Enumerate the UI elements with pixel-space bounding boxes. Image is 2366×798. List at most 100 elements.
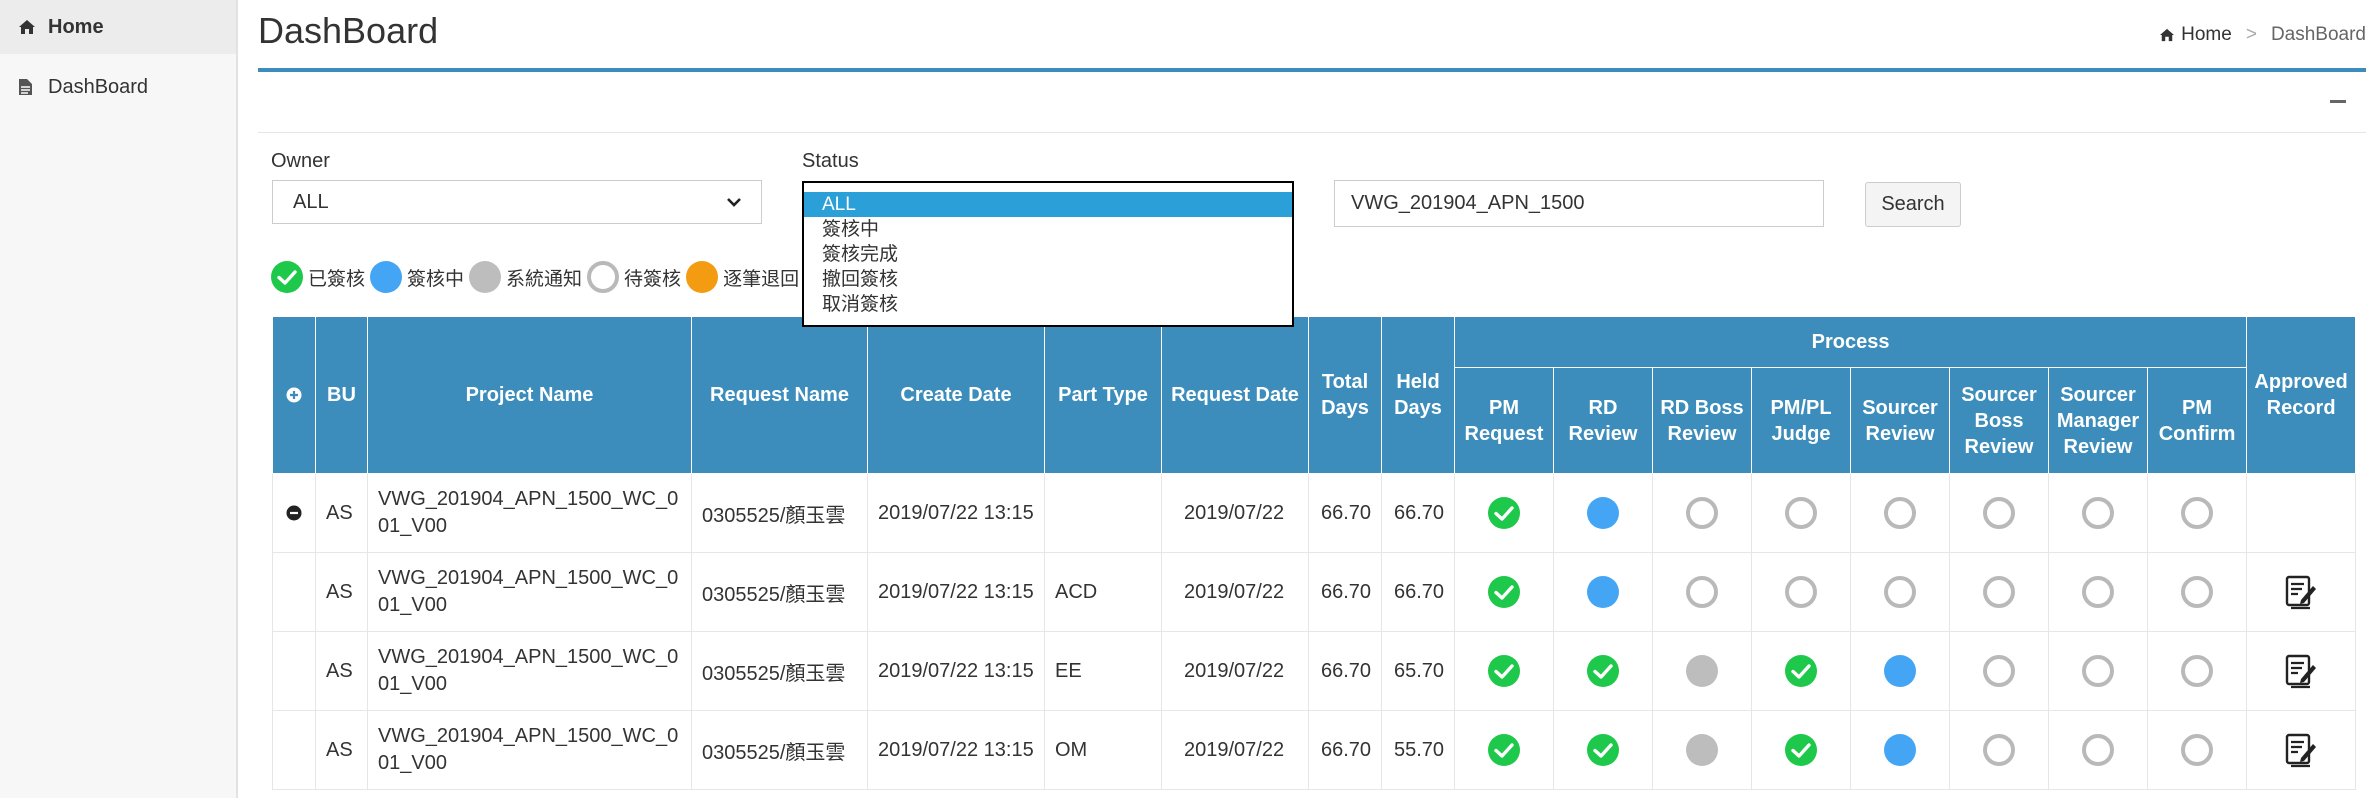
col-header-process: RD Review — [1553, 367, 1653, 474]
cell-process-status[interactable] — [1553, 631, 1653, 711]
status-option[interactable]: 簽核完成 — [804, 242, 1292, 267]
dashboard-table: BU Project Name Request Name Create Date… — [272, 316, 2357, 790]
owner-select-value: ALL — [293, 190, 329, 213]
table-body: AS VWG_201904_APN_1500_WC_001_V00 0305525/… — [272, 473, 2357, 790]
cell-process-status[interactable] — [2146, 552, 2248, 632]
plus-circle-icon — [286, 387, 302, 403]
col-header-request-date: Request Date — [1161, 316, 1309, 474]
cell-process-status[interactable] — [1652, 631, 1752, 711]
status-option[interactable]: 簽核中 — [804, 217, 1292, 242]
status-dropdown-list[interactable]: ALL 簽核中 簽核完成 撤回簽核 取消簽核 — [802, 181, 1294, 327]
sidebar-item-dashboard[interactable]: DashBoard — [0, 60, 236, 114]
cell-process-status[interactable] — [1751, 631, 1851, 711]
pending-ring-icon — [1785, 576, 1817, 608]
col-header-held-days: Held Days — [1381, 316, 1455, 474]
cell-process-status[interactable] — [1553, 473, 1653, 553]
search-button[interactable]: Search — [1865, 182, 1961, 227]
cell-process-status[interactable] — [1652, 473, 1752, 553]
cell-approved-record[interactable] — [2246, 631, 2357, 711]
pending-ring-icon — [1884, 576, 1916, 608]
owner-select[interactable]: ALL — [272, 180, 762, 224]
system-dot-icon — [1686, 655, 1718, 687]
cell-process-status[interactable] — [2146, 473, 2248, 553]
col-header-bu: BU — [315, 316, 368, 474]
cell-process-status[interactable] — [1949, 552, 2049, 632]
sidebar-item-home[interactable]: Home — [0, 0, 236, 54]
table-row[interactable]: AS VWG_201904_APN_1500_WC_001_V00 0305525/… — [272, 552, 2357, 632]
cell-part-type: EE — [1044, 631, 1162, 711]
cell-part-type: OM — [1044, 710, 1162, 790]
row-toggle-cell — [272, 552, 316, 632]
cell-process-status[interactable] — [1553, 552, 1653, 632]
approved-check-icon — [1587, 655, 1619, 687]
cell-held-days: 65.70 — [1381, 631, 1455, 711]
cell-process-status[interactable] — [2146, 710, 2248, 790]
status-option[interactable]: ALL — [804, 192, 1292, 217]
system-dot-icon — [1686, 734, 1718, 766]
legend-label: 逐筆退回 — [723, 268, 800, 290]
cell-process-status[interactable] — [2048, 552, 2148, 632]
cell-process-status[interactable] — [1454, 552, 1554, 632]
record-edit-icon — [2285, 654, 2317, 689]
project-name-text: VWG_201904_APN_1500_WC_001_V00 — [378, 646, 679, 695]
cell-process-status[interactable] — [1652, 710, 1752, 790]
table-row[interactable]: AS VWG_201904_APN_1500_WC_001_V00 0305525/… — [272, 631, 2357, 711]
cell-process-status[interactable] — [2146, 631, 2248, 711]
cell-project-name: VWG_201904_APN_1500_WC_001_V00 — [367, 473, 692, 553]
returned-dot-icon — [686, 261, 719, 293]
legend-label: 已簽核 — [308, 268, 366, 290]
cell-process-status[interactable] — [1454, 710, 1554, 790]
dashboard-table-wrapper: BU Project Name Request Name Create Date… — [272, 316, 2357, 790]
cell-process-status[interactable] — [1949, 473, 2049, 553]
legend-label: 待簽核 — [624, 268, 682, 290]
approved-check-icon — [1488, 655, 1520, 687]
cell-process-status[interactable] — [1751, 710, 1851, 790]
cell-process-status[interactable] — [2048, 473, 2148, 553]
pending-ring-icon — [1686, 576, 1718, 608]
cell-process-status[interactable] — [2048, 710, 2148, 790]
cell-process-status[interactable] — [1454, 473, 1554, 553]
cell-process-status[interactable] — [1751, 473, 1851, 553]
approved-check-icon — [271, 261, 303, 293]
cell-process-status[interactable] — [1454, 631, 1554, 711]
expand-all-header[interactable] — [272, 316, 316, 474]
cell-total-days: 66.70 — [1308, 473, 1382, 553]
cell-part-type: ACD — [1044, 552, 1162, 632]
cell-process-status[interactable] — [1850, 473, 1950, 553]
cell-process-status[interactable] — [1850, 710, 1950, 790]
breadcrumb: Home > DashBoard — [2159, 24, 2366, 46]
cell-process-status[interactable] — [1850, 552, 1950, 632]
cell-process-status[interactable] — [1652, 552, 1752, 632]
cell-create-date: 2019/07/22 13:15 — [867, 473, 1045, 553]
cell-process-status[interactable] — [1949, 631, 2049, 711]
approved-check-icon — [1488, 734, 1520, 766]
pending-ring-icon — [587, 261, 620, 293]
record-edit-icon — [2285, 575, 2317, 610]
cell-process-status[interactable] — [1553, 710, 1653, 790]
table-row[interactable]: AS VWG_201904_APN_1500_WC_001_V00 0305525/… — [272, 473, 2357, 553]
cell-project-name: VWG_201904_APN_1500_WC_001_V00 — [367, 710, 692, 790]
pending-ring-icon — [2082, 734, 2114, 766]
collapse-panel-button[interactable] — [2330, 100, 2346, 103]
main-content: DashBoard Home > DashBoard Owner ALL Sta… — [238, 0, 2366, 798]
project-name-text: VWG_201904_APN_1500_WC_001_V00 — [378, 567, 679, 616]
pending-ring-icon — [2181, 497, 2214, 529]
cell-approved-record — [2246, 473, 2357, 553]
cell-total-days: 66.70 — [1308, 710, 1382, 790]
cell-request-date: 2019/07/22 — [1161, 552, 1309, 632]
cell-approved-record[interactable] — [2246, 552, 2357, 632]
breadcrumb-home[interactable]: Home — [2159, 24, 2232, 46]
search-input[interactable] — [1334, 180, 1824, 227]
status-option[interactable]: 取消簽核 — [804, 292, 1292, 317]
cell-approved-record[interactable] — [2246, 710, 2357, 790]
table-row[interactable]: AS VWG_201904_APN_1500_WC_001_V00 0305525/… — [272, 710, 2357, 790]
minus-circle-icon[interactable] — [286, 505, 302, 521]
cell-process-status[interactable] — [2048, 631, 2148, 711]
pending-ring-icon — [2082, 576, 2114, 608]
cell-process-status[interactable] — [1850, 631, 1950, 711]
in-progress-dot-icon — [1587, 576, 1619, 608]
cell-process-status[interactable] — [1949, 710, 2049, 790]
status-option[interactable]: 撤回簽核 — [804, 267, 1292, 292]
cell-process-status[interactable] — [1751, 552, 1851, 632]
row-toggle-cell[interactable] — [272, 473, 316, 553]
